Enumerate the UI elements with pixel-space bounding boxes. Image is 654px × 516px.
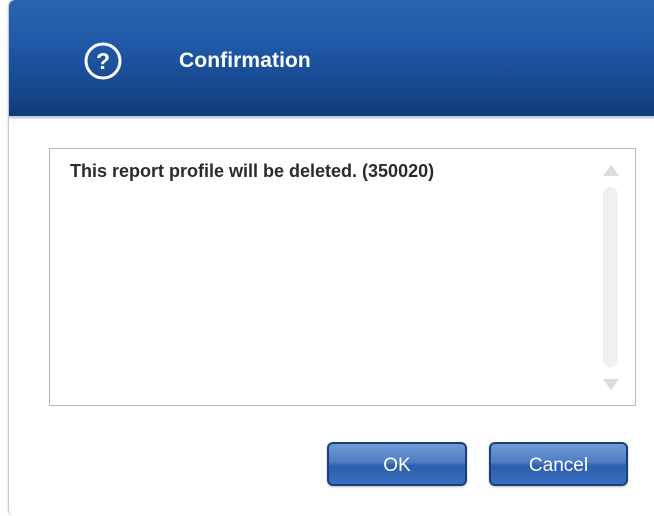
- dialog-title: Confirmation: [179, 49, 311, 72]
- titlebar-divider: [9, 116, 654, 119]
- scroll-down-arrow-icon[interactable]: [603, 379, 619, 390]
- scroll-up-arrow-icon[interactable]: [603, 165, 619, 176]
- svg-text:?: ?: [96, 48, 110, 74]
- cancel-button[interactable]: Cancel: [489, 442, 628, 486]
- message-text: This report profile will be deleted. (35…: [70, 161, 435, 181]
- dialog-titlebar: ? Confirmation: [9, 0, 654, 116]
- confirmation-dialog: ? Confirmation This report profile will …: [8, 0, 654, 516]
- message-panel: This report profile will be deleted. (35…: [49, 148, 636, 406]
- scrollbar-track[interactable]: [603, 187, 618, 367]
- question-circle-icon: ?: [84, 42, 122, 80]
- ok-button[interactable]: OK: [327, 442, 467, 486]
